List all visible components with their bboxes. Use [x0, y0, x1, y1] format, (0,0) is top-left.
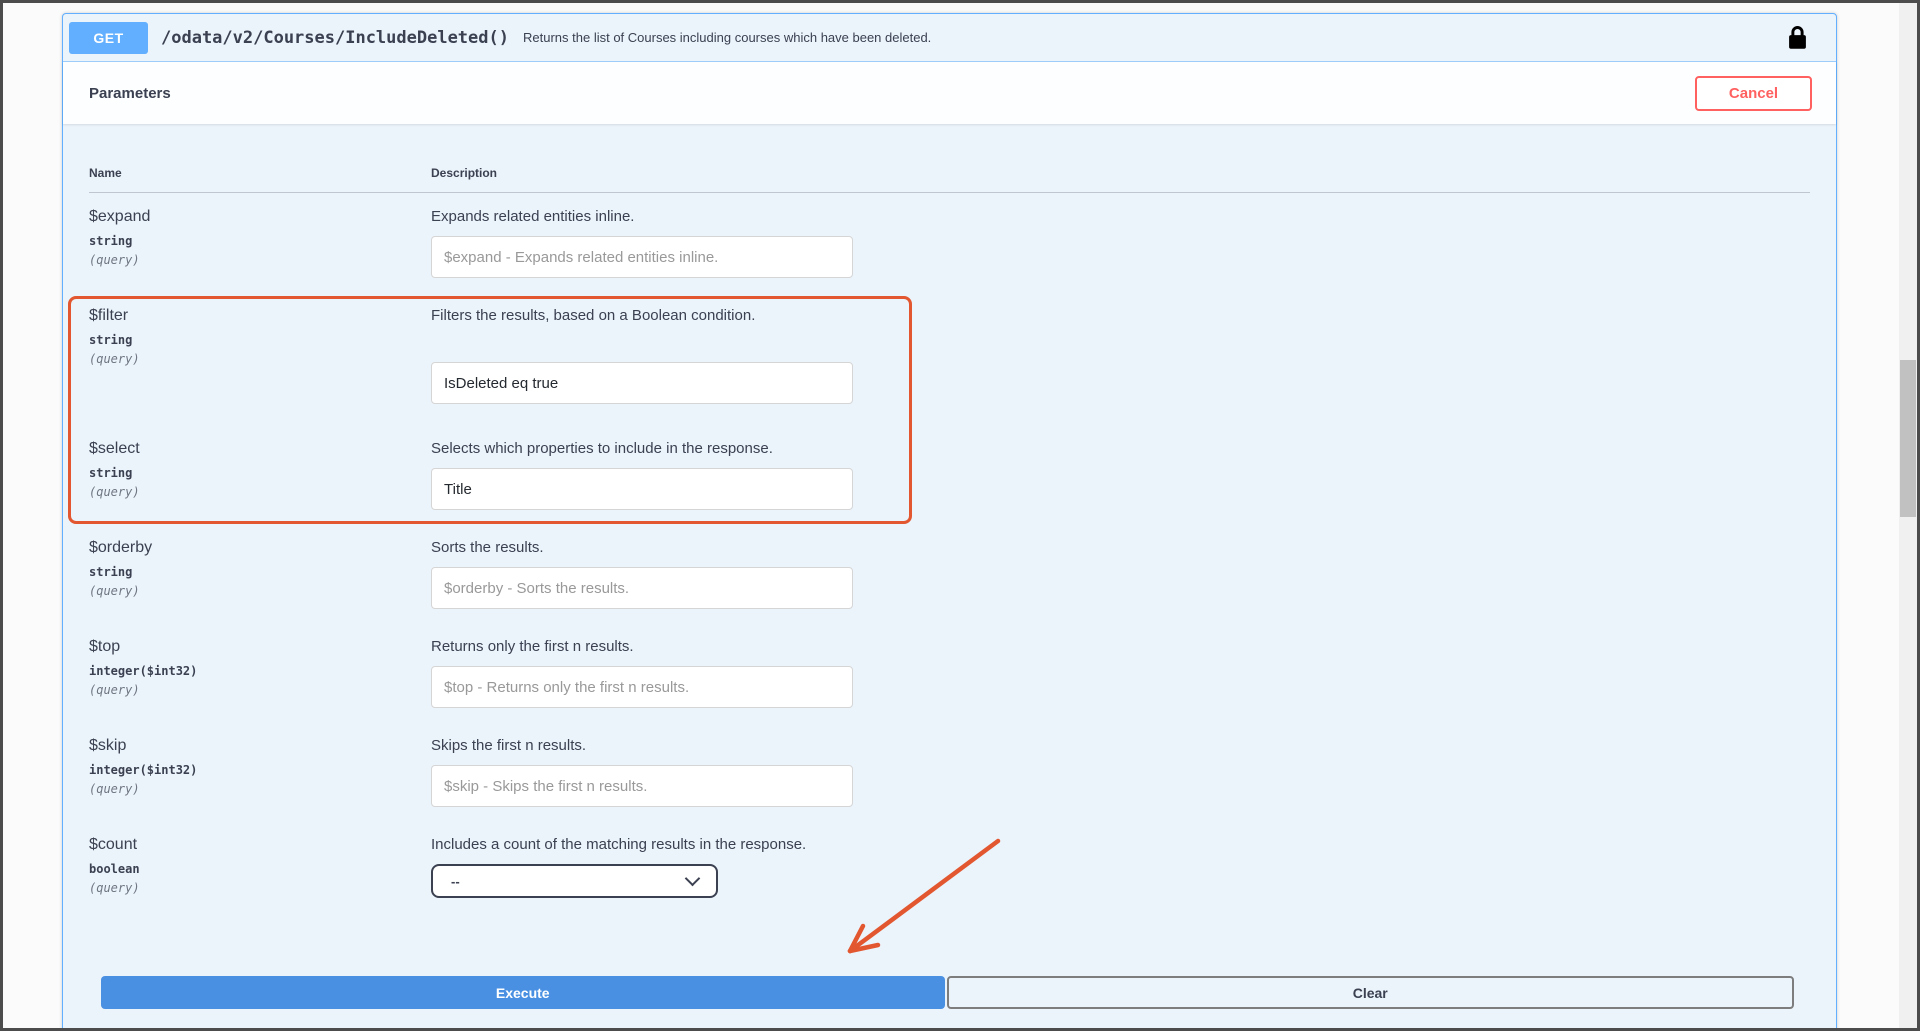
param-row-orderby: $orderby string (query) Sorts the result…	[89, 524, 1810, 623]
parameter-name: $expand	[89, 208, 151, 225]
param-row-expand: $expand string (query) Expands related e…	[89, 193, 1810, 292]
authorize-button[interactable]	[1787, 24, 1808, 51]
param-row-select: $select string (query) Selects which pro…	[89, 425, 1810, 524]
lock-icon	[1789, 26, 1806, 49]
param-row-filter: $filter string (query) Filters the resul…	[89, 292, 1810, 425]
description-column-header: Description	[431, 166, 498, 180]
operation-block: GET /odata/v2/Courses/IncludeDeleted() R…	[62, 13, 1837, 1028]
parameter-location: (query)	[89, 881, 140, 895]
parameter-name: $select	[89, 440, 140, 457]
clear-button[interactable]: Clear	[946, 976, 1794, 1009]
parameter-value-input[interactable]	[431, 765, 853, 807]
parameters-table-header: Name Description	[89, 152, 1810, 193]
parameter-value-input[interactable]	[431, 236, 853, 278]
parameter-name: $orderby	[89, 539, 153, 556]
parameter-location: (query)	[89, 782, 140, 796]
parameter-description: Skips the first n results.	[431, 737, 587, 754]
selected-option: --	[451, 873, 460, 889]
execute-wrapper: Execute Clear	[101, 976, 1794, 1009]
parameter-description: Expands related entities inline.	[431, 208, 635, 225]
swagger-ui-viewport: GET /odata/v2/Courses/IncludeDeleted() R…	[0, 0, 1920, 1031]
execute-button[interactable]: Execute	[101, 976, 945, 1009]
parameter-value-input[interactable]	[431, 468, 853, 510]
parameter-value-input[interactable]	[431, 362, 853, 404]
parameters-table: Name Description $expand string (query) …	[63, 124, 1836, 1009]
parameter-value-input[interactable]	[431, 567, 853, 609]
parameter-name: $count	[89, 836, 138, 853]
parameter-name: $filter	[89, 307, 129, 324]
parameter-type: string	[89, 333, 133, 347]
parameter-name: $skip	[89, 737, 127, 754]
parameter-location: (query)	[89, 683, 140, 697]
parameter-description: Selects which properties to include in t…	[431, 440, 773, 457]
scrollbar-thumb[interactable]	[1900, 360, 1916, 517]
parameter-type: string	[89, 565, 133, 579]
parameter-description: Includes a count of the matching results…	[431, 836, 807, 853]
parameter-location: (query)	[89, 352, 140, 366]
name-column-header: Name	[89, 166, 122, 180]
parameter-type: string	[89, 234, 133, 248]
operation-summary[interactable]: GET /odata/v2/Courses/IncludeDeleted() R…	[63, 14, 1836, 62]
parameter-location: (query)	[89, 253, 140, 267]
http-method-badge: GET	[69, 21, 148, 54]
parameter-type: integer($int32)	[89, 763, 198, 777]
parameter-type: string	[89, 466, 133, 480]
parameter-type: integer($int32)	[89, 664, 198, 678]
parameters-section-header: Parameters Cancel	[63, 62, 1836, 124]
parameter-description: Filters the results, based on a Boolean …	[431, 307, 756, 324]
parameters-title: Parameters	[89, 84, 171, 102]
parameter-select[interactable]: --	[431, 864, 718, 898]
parameter-value-input[interactable]	[431, 666, 853, 708]
parameter-description: Returns only the first n results.	[431, 638, 634, 655]
parameter-description: Sorts the results.	[431, 539, 544, 556]
param-row-skip: $skip integer($int32) (query) Skips the …	[89, 722, 1810, 821]
param-row-top: $top integer($int32) (query) Returns onl…	[89, 623, 1810, 722]
scrollbar-track[interactable]	[1899, 3, 1917, 1028]
parameters-rows: $expand string (query) Expands related e…	[89, 193, 1810, 912]
parameter-name: $top	[89, 638, 121, 655]
parameter-location: (query)	[89, 584, 140, 598]
endpoint-description: Returns the list of Courses including co…	[523, 30, 932, 45]
parameter-location: (query)	[89, 485, 140, 499]
param-row-count: $count boolean (query) Includes a count …	[89, 821, 1810, 912]
endpoint-path: /odata/v2/Courses/IncludeDeleted()	[161, 27, 509, 48]
cancel-button[interactable]: Cancel	[1695, 75, 1812, 111]
chevron-down-icon	[684, 870, 701, 887]
parameter-type: boolean	[89, 862, 140, 876]
